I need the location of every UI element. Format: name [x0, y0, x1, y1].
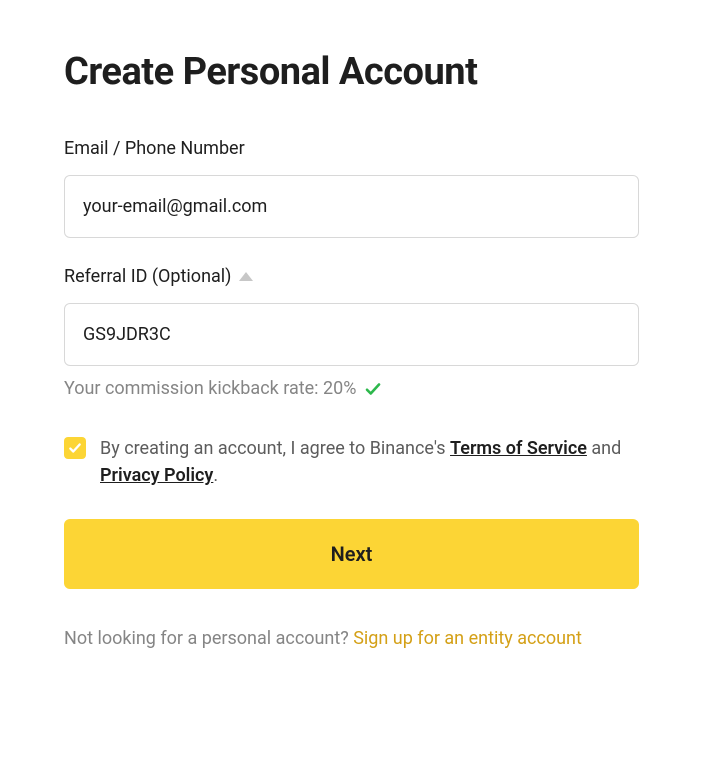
- email-group: Email / Phone Number: [64, 138, 639, 238]
- footer-text: Not looking for a personal account? Sign…: [64, 625, 639, 652]
- referral-input[interactable]: [64, 303, 639, 366]
- terms-link[interactable]: Terms of Service: [450, 438, 587, 459]
- agreement-text: By creating an account, I agree to Binan…: [100, 435, 639, 489]
- page-title: Create Personal Account: [64, 50, 639, 94]
- privacy-link[interactable]: Privacy Policy: [100, 465, 213, 486]
- agreement-prefix: By creating an account, I agree to Binan…: [100, 438, 450, 459]
- checkmark-icon: [364, 380, 382, 398]
- entity-signup-link[interactable]: Sign up for an entity account: [353, 628, 582, 649]
- agreement-row: By creating an account, I agree to Binan…: [64, 435, 639, 489]
- kickback-row: Your commission kickback rate: 20%: [64, 378, 639, 399]
- email-input[interactable]: [64, 175, 639, 238]
- referral-label-row[interactable]: Referral ID (Optional): [64, 266, 639, 287]
- referral-group: Referral ID (Optional) Your commission k…: [64, 266, 639, 399]
- agreement-middle: and: [587, 438, 621, 459]
- agreement-checkbox[interactable]: [64, 437, 86, 459]
- kickback-text: Your commission kickback rate: 20%: [64, 378, 356, 399]
- collapse-icon: [239, 272, 253, 281]
- footer-prefix: Not looking for a personal account?: [64, 628, 353, 649]
- next-button[interactable]: Next: [64, 519, 639, 589]
- email-label: Email / Phone Number: [64, 138, 639, 159]
- agreement-suffix: .: [213, 465, 218, 486]
- referral-label: Referral ID (Optional): [64, 266, 231, 287]
